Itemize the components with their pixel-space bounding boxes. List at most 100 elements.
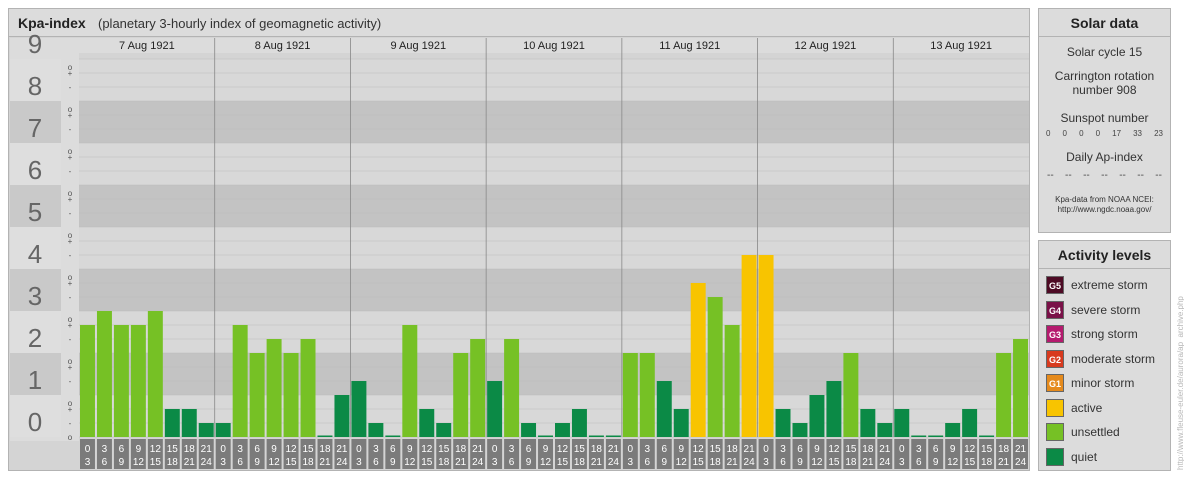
kp-bar: [996, 353, 1012, 437]
time-label-start: 3: [102, 444, 108, 455]
kp-bar: [639, 353, 655, 437]
sunspot-value: 17: [1112, 129, 1122, 138]
kp-bar: [436, 423, 452, 437]
time-label-end: 6: [916, 457, 922, 468]
time-label-end: 15: [693, 457, 705, 468]
solar-data-panel: Solar data Solar cycle 15 Carrington rot…: [1038, 8, 1171, 233]
kp-bar: [504, 339, 520, 437]
time-label-start: 3: [645, 444, 651, 455]
y-tick-label: 3: [28, 281, 42, 311]
carrington-rotation: Carrington rotation number 908: [1039, 69, 1170, 97]
time-label-start: 21: [879, 444, 891, 455]
legend-swatch: [1046, 423, 1064, 441]
minor-mark: o: [68, 273, 73, 282]
solar-cycle: Solar cycle 15: [1066, 45, 1143, 59]
legend-label: minor storm: [1071, 376, 1135, 390]
minor-mark: o: [68, 105, 73, 114]
kp-bar: [266, 339, 282, 437]
time-label-end: 6: [645, 457, 651, 468]
sunspot-value: 33: [1133, 129, 1143, 138]
time-label-end: 21: [591, 457, 603, 468]
time-label-start: 9: [814, 444, 820, 455]
kp-bar: [368, 423, 384, 437]
day-label: 9 Aug 1921: [390, 40, 446, 52]
time-label-start: 18: [184, 444, 196, 455]
minor-mark: -: [69, 377, 72, 386]
legend-label: strong storm: [1071, 327, 1138, 341]
day-label: 7 Aug 1921: [119, 40, 175, 52]
kp-bar: [707, 297, 723, 437]
time-label-start: 0: [356, 444, 362, 455]
time-label-start: 18: [591, 444, 603, 455]
kp-bar: [453, 353, 469, 437]
ap-index-label: Daily Ap-index: [1066, 150, 1143, 164]
time-label-start: 18: [998, 444, 1010, 455]
kp-bar: [945, 423, 961, 437]
copyright-text: http://www.fleuse-euler.de/aurora/ap_arc…: [1176, 296, 1184, 470]
legend-label: severe storm: [1071, 302, 1141, 317]
data-credit: Kpa-data from NOAA NCEI: http://www.ngdc…: [1039, 195, 1170, 215]
time-label-start: 18: [727, 444, 739, 455]
minor-mark: -: [69, 83, 72, 92]
grid-band: [79, 269, 1029, 311]
time-label-start: 15: [438, 444, 450, 455]
legend-item: G5 extreme storm: [1039, 275, 1170, 300]
ap-value: --: [1155, 170, 1162, 181]
time-label-end: 12: [269, 457, 281, 468]
kp-bar: [877, 423, 893, 437]
time-label-start: 3: [237, 444, 243, 455]
time-label-end: 15: [964, 457, 976, 468]
time-label-start: 0: [492, 444, 498, 455]
time-label-end: 21: [727, 457, 739, 468]
legend-swatch: G2: [1046, 349, 1064, 368]
y-tick-label: 0: [28, 407, 42, 437]
time-label-start: 0: [85, 444, 91, 455]
time-label-start: 6: [797, 444, 803, 455]
kp-bar: [622, 353, 638, 437]
kpa-chart-panel: Kpa-index (planetary 3-hourly index of g…: [8, 8, 1030, 471]
time-label-start: 12: [421, 444, 433, 455]
minor-mark: -: [69, 209, 72, 218]
y-tick-label: 2: [28, 323, 42, 353]
kp-bar: [656, 381, 672, 437]
kp-bar: [588, 435, 604, 437]
y-tick-label: 7: [28, 113, 42, 143]
time-label-end: 18: [302, 457, 314, 468]
time-label-end: 12: [404, 457, 416, 468]
time-label-start: 6: [933, 444, 939, 455]
ap-value: --: [1137, 170, 1144, 181]
ap-value: --: [1047, 170, 1054, 181]
y-tick-label: 9: [28, 29, 42, 59]
legend-swatch: G4: [1046, 300, 1064, 319]
time-label-end: 21: [184, 457, 196, 468]
grid-band: [79, 185, 1029, 227]
time-label-start: 0: [220, 444, 226, 455]
kp-bar: [334, 395, 350, 437]
day-label: 11 Aug 1921: [659, 40, 720, 52]
time-label-start: 18: [319, 444, 331, 455]
time-label-end: 24: [744, 457, 756, 468]
time-label-end: 24: [608, 457, 620, 468]
kp-bar: [181, 408, 197, 437]
kp-bar: [758, 255, 774, 437]
time-label-end: 6: [237, 457, 243, 468]
kp-bar: [232, 324, 248, 437]
time-label-end: 9: [797, 457, 803, 468]
credit-link[interactable]: http://www.ngdc.noaa.gov/: [1039, 205, 1170, 215]
day-label: 8 Aug 1921: [255, 40, 311, 52]
time-label-end: 21: [998, 457, 1010, 468]
sunspot-value: 0: [1079, 129, 1084, 138]
ap-value: --: [1119, 170, 1126, 181]
time-label-end: 3: [763, 457, 769, 468]
grid-band: [79, 311, 1029, 353]
activity-levels-panel: Activity levels G5 extreme storm G4 severe …: [1038, 240, 1171, 471]
legend-item: G2 moderate storm: [1039, 349, 1170, 374]
levels-legend: G5 extreme storm G4 severe storm G3 strong st…: [1039, 269, 1170, 471]
time-label-start: 12: [557, 444, 569, 455]
y-tick-label: 5: [28, 197, 42, 227]
minor-mark: -: [69, 251, 72, 260]
time-label-start: 6: [661, 444, 667, 455]
time-label-end: 12: [540, 457, 552, 468]
legend-label: moderate storm: [1071, 351, 1156, 366]
kp-bar: [962, 408, 978, 437]
